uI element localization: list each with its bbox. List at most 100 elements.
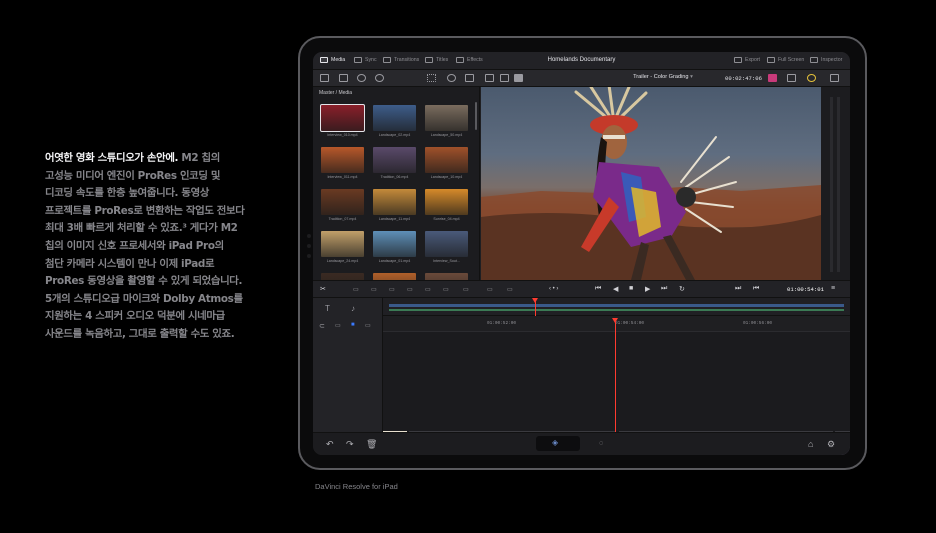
secondary-toolbar: Trailer - Color Grading ▾ 00:02:47:06 — [313, 70, 850, 87]
media-thumbnail[interactable]: Landscape_10.mp4 — [425, 147, 468, 179]
mini-timeline[interactable] — [383, 298, 850, 316]
media-thumbnail[interactable]: Landscape_50.mp4 — [425, 105, 468, 137]
go-to-end-icon[interactable]: ⏭ — [661, 285, 667, 293]
bottom-bar: ↶ ↷ 🗑︎ ◈ ◌ ⌂ ⚙ — [313, 432, 850, 455]
media-thumbnail[interactable]: Interview_011.mp4 — [321, 147, 364, 179]
thumbnail-image — [373, 231, 416, 257]
audio-icon[interactable] — [830, 74, 839, 82]
link-icon[interactable] — [357, 74, 366, 82]
timeline-name[interactable]: Trailer - Color Grading ▾ — [613, 74, 713, 80]
scrollbar[interactable] — [475, 102, 477, 130]
loop-icon[interactable]: ↻ — [679, 285, 685, 293]
transport-bar: ✂ ▭ ▭ ▭ ▭ ▭ ▭ ▭ ▭ ▭ ‹ • › ⏮ ◀ ■ ▶ ⏭ ↻ ⏭ … — [313, 280, 850, 298]
redo-icon[interactable]: ↷ — [346, 439, 354, 450]
media-thumbnail[interactable]: Landscape_02.mp4 — [373, 105, 416, 137]
breadcrumb: Master / Media — [319, 90, 353, 96]
viewer-mode-1-icon[interactable] — [485, 74, 494, 82]
thumbnail-label: Landscape_02.mp4 — [378, 133, 411, 137]
jog-control[interactable]: ‹ • › — [549, 286, 558, 292]
export-icon — [734, 57, 742, 63]
text-tool-icon[interactable]: T — [325, 304, 330, 313]
timecode-bottom: 01:00:54:01 — [787, 286, 824, 293]
thumbnail-image — [373, 105, 416, 131]
blade-tool-icon[interactable]: ✂ — [320, 285, 326, 293]
media-thumbnail[interactable]: Landscape_24.mp4 — [321, 231, 364, 263]
media-thumbnail[interactable]: Interview_010.mp4 — [320, 104, 365, 137]
unlink-icon[interactable] — [375, 74, 384, 82]
edit-tool-icon[interactable]: ▭ — [353, 286, 359, 293]
audio-meter-left — [830, 97, 833, 272]
snap-icon[interactable]: ▭ — [335, 322, 341, 329]
import-icon[interactable] — [339, 74, 348, 82]
thumbnail-image — [425, 189, 468, 215]
edit-tool-icon[interactable]: ▭ — [507, 286, 513, 293]
track-headers: T ♪ ⊂ ▭ ■ ▭ 🔒︎ ◀) ▭ 1 🔒︎ ◀) A1 — [313, 298, 383, 445]
feature-description: 어엿한 영화 스튜디오가 손안에. M2 칩의 고성능 미디어 엔진이 ProR… — [45, 150, 245, 344]
thumbnail-grid: Interview_010.mp4 Landscape_02.mp4 Landsca… — [320, 104, 476, 305]
play-icon[interactable]: ▶ — [645, 285, 650, 293]
feature-lead: 어엿한 영화 스튜디오가 손안에. — [45, 152, 179, 164]
thumbnail-label: Interview_011.mp4 — [327, 175, 358, 179]
undo-icon[interactable]: ↶ — [326, 439, 334, 450]
transform-icon[interactable] — [787, 74, 796, 82]
full-screen-button[interactable]: Full Screen — [767, 57, 804, 63]
effects-toggle-icon[interactable] — [807, 74, 816, 82]
viewer-mode-2-icon[interactable] — [500, 74, 509, 82]
snap-active-icon[interactable]: ■ — [351, 322, 355, 328]
thumbnail-image — [321, 189, 364, 215]
stop-icon[interactable]: ■ — [629, 285, 633, 292]
video-viewer[interactable] — [481, 87, 821, 280]
panel-toggle-icon[interactable] — [320, 74, 329, 82]
media-thumbnail[interactable]: Landscape_11.mp4 — [373, 189, 416, 221]
chevron-down-icon: ▾ — [690, 74, 693, 80]
thumbnail-image — [373, 189, 416, 215]
thumbnail-image — [320, 104, 365, 132]
edit-tool-icon[interactable]: ▭ — [371, 286, 377, 293]
gear-icon[interactable]: ⚙ — [827, 439, 835, 450]
cut-page-icon[interactable]: ◈ — [552, 438, 558, 447]
media-thumbnail[interactable]: Sunrise_04.mp4 — [425, 189, 468, 221]
color-page-icon[interactable]: ◌ — [599, 440, 603, 447]
viewer-frame-image — [481, 87, 821, 280]
trash-icon[interactable]: 🗑︎ — [366, 439, 377, 450]
thumbnail-label: Tradition_06.mp4 — [380, 175, 409, 179]
sort-icon[interactable] — [465, 74, 474, 82]
media-thumbnail[interactable]: Tradition_06.mp4 — [373, 147, 416, 179]
export-button[interactable]: Export — [734, 57, 760, 63]
edit-tool-icon[interactable]: ▭ — [389, 286, 395, 293]
mini-audio-track — [389, 309, 844, 311]
thumbnail-image — [373, 147, 416, 173]
page-switcher[interactable]: ◈ — [536, 436, 580, 451]
menu-icon[interactable]: ≡ — [831, 285, 835, 292]
media-thumbnail[interactable]: Tradition_07.mp4 — [321, 189, 364, 221]
thumbnail-label: Tradition_07.mp4 — [328, 217, 357, 221]
color-icon[interactable] — [768, 74, 777, 82]
thumbnail-label: Interview_010.mp4 — [327, 133, 358, 137]
edit-tool-icon[interactable]: ▭ — [443, 286, 449, 293]
grid-view-icon[interactable] — [427, 74, 436, 82]
link-toggle-icon[interactable]: ⊂ — [319, 322, 325, 330]
reverse-play-icon[interactable]: ◀ — [613, 285, 618, 293]
go-to-start-icon[interactable]: ⏮ — [595, 285, 601, 293]
full-screen-icon — [767, 57, 775, 63]
image-caption: DaVinci Resolve for iPad — [315, 482, 398, 491]
media-thumbnail[interactable]: Landscape_01.mp4 — [373, 231, 416, 263]
search-icon[interactable] — [447, 74, 456, 82]
side-sensor — [307, 244, 311, 248]
track-toggle-icon[interactable]: ▭ — [365, 322, 371, 329]
next-clip-icon[interactable]: ⏭ — [735, 285, 741, 293]
audio-tool-icon[interactable]: ♪ — [351, 304, 355, 313]
viewer-mode-3-icon[interactable] — [514, 74, 523, 82]
prev-clip-icon[interactable]: ⏮ — [753, 285, 759, 293]
edit-tool-icon[interactable]: ▭ — [407, 286, 413, 293]
edit-tool-icon[interactable]: ▭ — [463, 286, 469, 293]
ruler-tick-label: 01:00:52:00 — [487, 321, 516, 326]
media-thumbnail[interactable]: Interview_Sout... — [425, 231, 468, 263]
edit-tool-icon[interactable]: ▭ — [425, 286, 431, 293]
home-icon[interactable]: ⌂ — [808, 439, 813, 449]
edit-tool-icon[interactable]: ▭ — [487, 286, 493, 293]
mini-playhead[interactable] — [535, 298, 536, 316]
timeline[interactable]: 01:00:52:00 01:00:54:00 01:00:56:00 [∞] … — [383, 298, 850, 455]
inspector-button[interactable]: Inspector — [810, 57, 842, 63]
playhead[interactable] — [615, 322, 616, 432]
